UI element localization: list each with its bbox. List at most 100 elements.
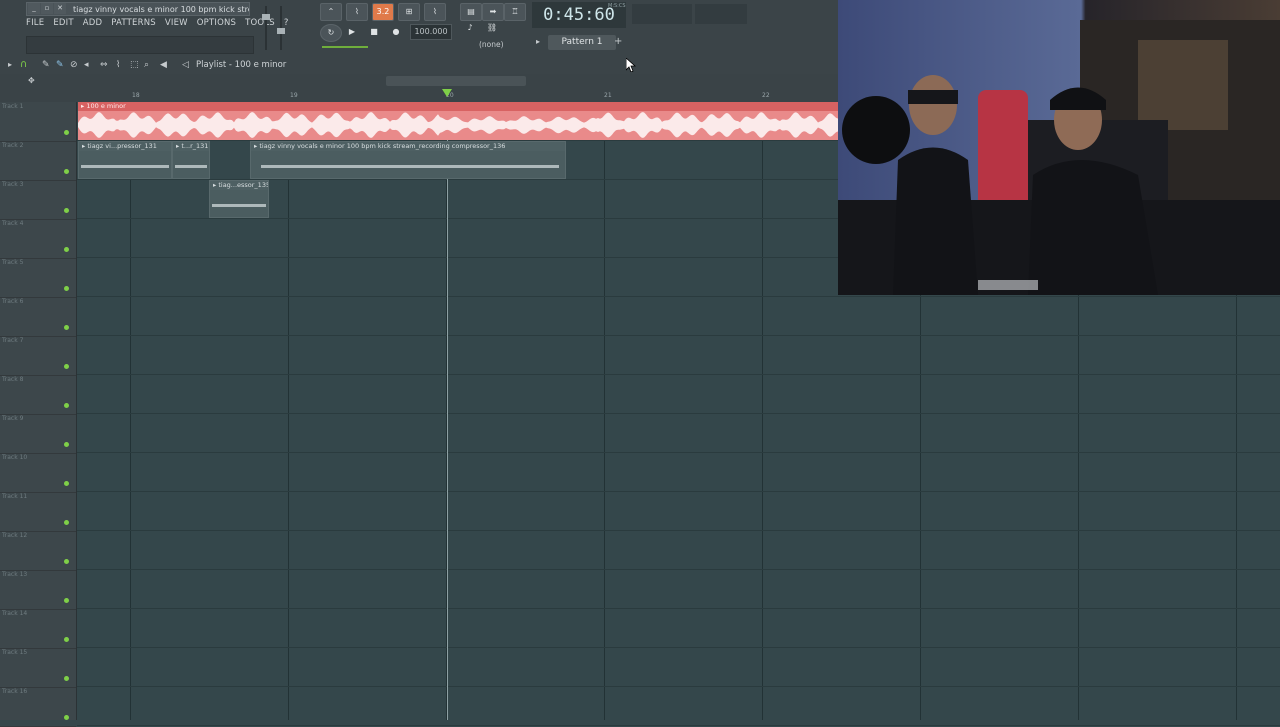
channel-rack-icon[interactable]: ➡ [482,3,504,21]
track-mute-led[interactable] [64,676,69,681]
track-header[interactable]: Track 12 [0,531,76,571]
audio-clip[interactable]: ▸ tiagz vinny vocals e minor 100 bpm kic… [250,141,566,179]
delete-tool-icon[interactable]: ⊘ [70,60,78,70]
track-mute-led[interactable] [64,598,69,603]
track-label: Track 13 [2,571,28,578]
track-mute-led[interactable] [64,130,69,135]
track-label: Track 12 [2,532,28,539]
track-mute-led[interactable] [64,403,69,408]
playlist-toolbar [0,58,838,74]
slice-tool-icon[interactable]: ⌇ [116,60,120,70]
clip-title: ▸ tiag...essor_135 [210,181,268,190]
track-mute-led[interactable] [64,247,69,252]
select-tool-icon[interactable]: ⬚ [130,60,139,70]
audio-clip[interactable]: ▸ tiagz vi...pressor_131 [78,141,172,179]
menu-edit[interactable]: EDIT [53,18,73,32]
track-header[interactable]: Track 7 [0,336,76,376]
track-header[interactable]: Track 16 [0,687,76,727]
hint-panel [695,4,747,24]
loop-mode-icon[interactable]: ↻ [320,24,342,42]
playlist-menu-icon[interactable]: ▸ [8,60,12,69]
audio-clip[interactable]: ▸ t...r_131 [172,141,210,179]
pattern-selector[interactable]: Pattern 1 [548,35,616,50]
track-header[interactable]: Track 8 [0,375,76,415]
link-icon[interactable]: ⛓ [482,20,502,36]
menu-tools[interactable]: TOOLS [245,18,275,32]
ruler-tick: 22 [762,92,770,99]
track-header[interactable]: Track 5 [0,258,76,298]
track-label: Track 5 [2,259,24,266]
magnet-icon[interactable]: ∩ [20,59,27,70]
mute-tool-icon[interactable]: ◂ [84,60,89,70]
track-label: Track 4 [2,220,24,227]
menu-file[interactable]: FILE [26,18,44,32]
track-mute-led[interactable] [64,364,69,369]
track-mute-led[interactable] [64,715,69,720]
countdown-icon[interactable]: 3.2 [372,3,394,21]
track-label: Track 1 [2,103,24,110]
master-volume-slider[interactable] [262,6,270,50]
track-mute-led[interactable] [64,208,69,213]
ruler-tick: 18 [132,92,140,99]
track-header[interactable]: Track 2 [0,141,76,181]
piano-roll-icon[interactable]: ▤ [460,3,482,21]
playhead-line [447,102,448,720]
track-mute-led[interactable] [64,442,69,447]
track-label: Track 11 [2,493,28,500]
webcam-overlay [838,0,1280,295]
zoom-tool-icon[interactable]: ⌕ [144,60,149,70]
track-mute-led[interactable] [64,286,69,291]
track-mute-led[interactable] [64,169,69,174]
track-label: Track 16 [2,688,28,695]
stop-icon[interactable]: ■ [364,24,384,40]
add-pattern-icon[interactable]: + [614,36,622,47]
track-mute-led[interactable] [64,520,69,525]
menu-options[interactable]: OPTIONS [197,18,236,32]
track-header[interactable]: Track 4 [0,219,76,259]
track-header[interactable]: Track 9 [0,414,76,454]
playhead-marker[interactable] [442,89,452,97]
paint-tool-icon[interactable]: ✎ [56,60,64,70]
audio-clip[interactable]: ▸ 100 e minor [78,102,838,140]
track-mute-led[interactable] [64,637,69,642]
close-icon[interactable]: ✕ [54,3,66,14]
tempo-display[interactable]: 100.000 [410,24,452,40]
menu-view[interactable]: VIEW [165,18,188,32]
mixer-icon[interactable]: ♖ [504,3,526,21]
minimize-icon[interactable]: _ [28,3,40,14]
track-header[interactable]: Track 14 [0,609,76,649]
snap-selector[interactable]: (none) [479,40,504,49]
record-icon[interactable]: ● [386,24,406,40]
slip-tool-icon[interactable]: ⇔ [100,60,108,70]
track-mute-led[interactable] [64,559,69,564]
audio-clip[interactable]: ▸ tiag...essor_135 [209,180,269,218]
restore-icon[interactable]: ▫ [41,3,53,14]
track-header[interactable]: Track 6 [0,297,76,337]
speaker-icon[interactable]: ◁ [182,60,189,70]
menu-add[interactable]: ADD [83,18,103,32]
pattern-prev-icon[interactable]: ▸ [536,37,540,46]
track-header[interactable]: Track 15 [0,648,76,688]
track-mute-led[interactable] [64,481,69,486]
menu-patterns[interactable]: PATTERNS [111,18,156,32]
horizontal-scrollbar[interactable] [386,76,526,86]
track-header[interactable]: Track 1 [0,102,76,142]
track-header[interactable]: Track 3 [0,180,76,220]
clip-waveform [78,112,838,138]
track-mute-led[interactable] [64,325,69,330]
wait-input-icon[interactable]: ⌇ [346,3,368,21]
metronome-icon[interactable]: ⌃ [320,3,342,21]
playback-tool-icon[interactable]: ◀ [160,60,167,70]
master-pitch-slider[interactable] [277,6,285,50]
track-header[interactable]: Track 10 [0,453,76,493]
snap-icon[interactable]: ♪ [460,20,480,36]
blend-notes-icon[interactable]: ⌇ [424,3,446,21]
track-header[interactable]: Track 13 [0,570,76,610]
track-label: Track 6 [2,298,24,305]
song-position-bar[interactable] [322,46,368,48]
track-header[interactable]: Track 11 [0,492,76,532]
draw-tool-icon[interactable]: ✎ [42,60,50,70]
zoom-icon[interactable]: ✥ [28,76,35,85]
step-edit-icon[interactable]: ⊞ [398,3,420,21]
play-icon[interactable]: ▶ [342,24,362,40]
